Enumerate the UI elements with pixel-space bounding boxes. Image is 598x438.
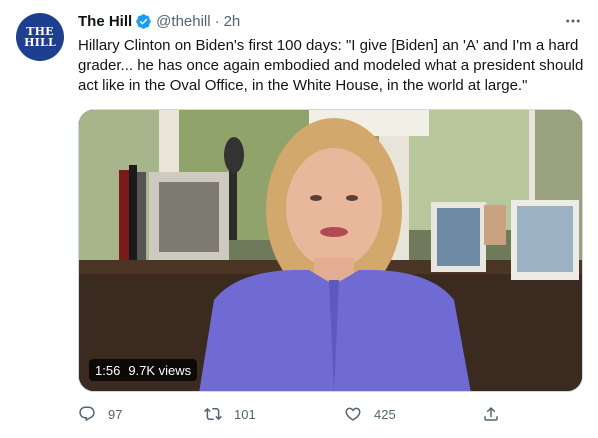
retweet-icon: [204, 407, 222, 421]
share-button[interactable]: [482, 402, 500, 426]
like-button[interactable]: 425: [344, 402, 396, 426]
tweet-actions: 97 101 425: [78, 402, 508, 426]
avatar[interactable]: THE HILL: [16, 13, 64, 61]
video-frame: [79, 110, 582, 391]
reply-icon: [79, 406, 95, 422]
more-options-icon[interactable]: [564, 12, 582, 30]
retweet-count: 101: [234, 406, 256, 422]
share-icon: [484, 406, 498, 421]
retweet-button[interactable]: 101: [204, 402, 256, 426]
verified-badge-icon: [136, 13, 151, 29]
account-handle[interactable]: @thehill: [156, 13, 210, 30]
video-info-badge: 1:56 9.7K views: [89, 359, 198, 381]
like-count: 425: [374, 406, 396, 422]
account-name[interactable]: The Hill: [78, 13, 132, 30]
separator-dot: ·: [214, 12, 220, 30]
tweet-card[interactable]: THE HILL The Hill @thehill · 2h Hillary …: [0, 0, 598, 438]
timestamp[interactable]: 2h: [224, 13, 241, 30]
video-player[interactable]: 1:56 9.7K views: [78, 109, 583, 392]
reply-button[interactable]: 97: [78, 402, 122, 426]
tweet-header: The Hill @thehill · 2h: [78, 10, 582, 32]
video-duration: 1:56: [95, 362, 121, 378]
video-views: 9.7K views: [128, 362, 192, 378]
reply-count: 97: [108, 406, 123, 422]
avatar-text-line2: HILL: [24, 36, 56, 49]
heart-icon: [345, 407, 361, 421]
tweet-text: Hillary Clinton on Biden's first 100 day…: [78, 37, 588, 94]
